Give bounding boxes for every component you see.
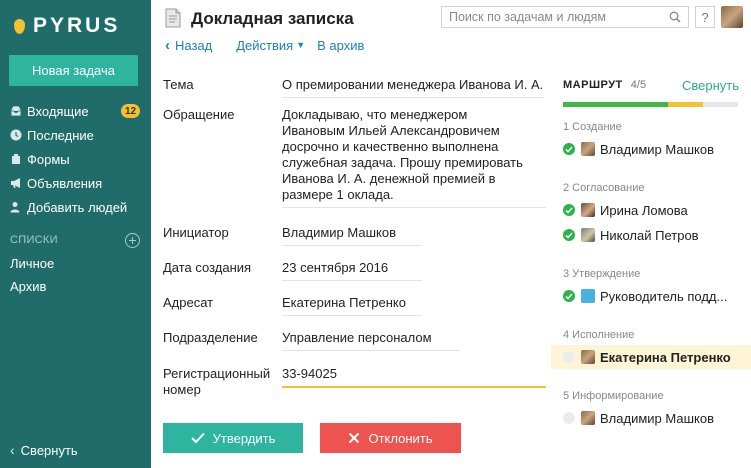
route-panel: МАРШРУТ 4/5 Свернуть 1 Создание Владимир…	[551, 0, 751, 468]
check-icon	[190, 432, 205, 444]
route-step[interactable]: Руководитель подд...	[551, 284, 751, 308]
pending-circle-icon	[563, 412, 575, 424]
route-collapse-link[interactable]: Свернуть	[682, 78, 739, 93]
field-value-reg-number[interactable]: 33-94025	[282, 366, 546, 388]
field-label-subject: Тема	[163, 77, 194, 92]
route-title: МАРШРУТ	[563, 79, 623, 91]
role-icon	[581, 289, 595, 303]
route-step-current[interactable]: Екатерина Петренко	[551, 345, 751, 369]
progress-segment-done	[563, 102, 668, 107]
route-step[interactable]: Ирина Ломова	[551, 198, 751, 222]
route-header: МАРШРУТ 4/5 Свернуть	[563, 77, 739, 93]
step-name: Владимир Машков	[600, 410, 714, 426]
sidebar-item-label: Формы	[27, 151, 70, 167]
field-label-appeal: Обращение	[163, 107, 235, 122]
field-label-initiator: Инициатор	[163, 225, 229, 240]
lists-header: СПИСКИ	[10, 230, 140, 250]
sidebar-item-label: Объявления	[27, 175, 103, 191]
stage-title: 1 Создание	[563, 121, 622, 133]
field-value-department[interactable]: Управление персоналом	[282, 330, 460, 351]
step-name: Николай Петров	[600, 227, 699, 243]
collapse-label: Свернуть	[20, 442, 78, 458]
sidebar-item-label: Последние	[27, 127, 94, 143]
check-circle-icon	[563, 290, 575, 302]
progress-segment-current	[668, 102, 703, 107]
stage-title: 3 Утверждение	[563, 268, 641, 280]
check-circle-icon	[563, 143, 575, 155]
step-name: Владимир Машков	[600, 141, 714, 157]
stage-title: 4 Исполнение	[563, 329, 635, 341]
step-name: Ирина Ломова	[600, 202, 688, 218]
check-circle-icon	[563, 204, 575, 216]
step-name: Руководитель подд...	[600, 288, 728, 304]
sidebar-item-label: Входящие	[27, 103, 89, 119]
logo-drop-icon	[14, 18, 25, 34]
stage-title: 2 Согласование	[563, 182, 645, 194]
field-value-subject[interactable]: О премировании менеджера Иванова И. А.	[282, 77, 544, 98]
check-circle-icon	[563, 229, 575, 241]
list-item-archive[interactable]: Архив	[0, 275, 151, 298]
avatar	[581, 142, 595, 156]
approve-label: Утвердить	[212, 430, 276, 446]
megaphone-icon	[10, 177, 22, 189]
clock-icon	[10, 129, 22, 141]
new-task-button[interactable]: Новая задача	[9, 55, 138, 86]
approve-button[interactable]: Утвердить	[163, 423, 303, 453]
inbox-count-badge: 12	[121, 104, 140, 118]
avatar	[581, 411, 595, 425]
field-value-addressee[interactable]: Екатерина Петренко	[282, 295, 422, 316]
sidebar-item-label: Добавить людей	[27, 199, 128, 215]
field-value-appeal[interactable]: Докладываю, что менеджером Ивановым Илье…	[282, 107, 546, 208]
lists: Личное Архив	[0, 252, 151, 298]
avatar	[581, 228, 595, 242]
forms-icon	[10, 153, 22, 165]
logo[interactable]: PYRUS	[14, 14, 121, 37]
field-label-created: Дата создания	[163, 260, 252, 275]
step-name: Екатерина Петренко	[600, 349, 731, 365]
sidebar-item-recent[interactable]: Последние	[0, 123, 151, 147]
reject-button[interactable]: Отклонить	[320, 423, 461, 453]
stage-title: 5 Информирование	[563, 390, 664, 402]
field-label-department: Подразделение	[163, 330, 258, 345]
logo-text: PYRUS	[33, 14, 121, 37]
task-form: Тема О премировании менеджера Иванова И.…	[163, 0, 547, 468]
add-list-icon[interactable]	[125, 232, 140, 248]
route-count: 4/5	[630, 79, 647, 91]
sidebar-nav: Входящие 12 Последние Формы Объявления Д…	[0, 99, 151, 219]
route-progress-bar	[563, 102, 738, 107]
close-icon	[348, 432, 360, 444]
reject-label: Отклонить	[368, 430, 433, 446]
field-value-initiator[interactable]: Владимир Машков	[282, 225, 422, 246]
list-item-personal[interactable]: Личное	[0, 252, 151, 275]
route-step[interactable]: Николай Петров	[551, 223, 751, 247]
sidebar: PYRUS Новая задача Входящие 12 Последние…	[0, 0, 151, 468]
add-user-icon	[10, 201, 22, 213]
sidebar-item-forms[interactable]: Формы	[0, 147, 151, 171]
lists-header-label: СПИСКИ	[10, 234, 58, 246]
chevron-left-icon: ‹	[10, 442, 15, 458]
sidebar-item-add-people[interactable]: Добавить людей	[0, 195, 151, 219]
collapse-sidebar-button[interactable]: ‹ Свернуть	[10, 441, 78, 459]
avatar	[581, 203, 595, 217]
route-step[interactable]: Владимир Машков	[551, 137, 751, 161]
field-value-created[interactable]: 23 сентября 2016	[282, 260, 422, 281]
route-step[interactable]: Владимир Машков	[551, 406, 751, 430]
sidebar-item-inbox[interactable]: Входящие 12	[0, 99, 151, 123]
field-label-reg-number: Регистрационный номер	[163, 366, 271, 397]
inbox-icon	[10, 105, 22, 117]
avatar	[581, 350, 595, 364]
field-label-addressee: Адресат	[163, 295, 214, 310]
pending-circle-icon	[563, 351, 575, 363]
sidebar-item-announcements[interactable]: Объявления	[0, 171, 151, 195]
